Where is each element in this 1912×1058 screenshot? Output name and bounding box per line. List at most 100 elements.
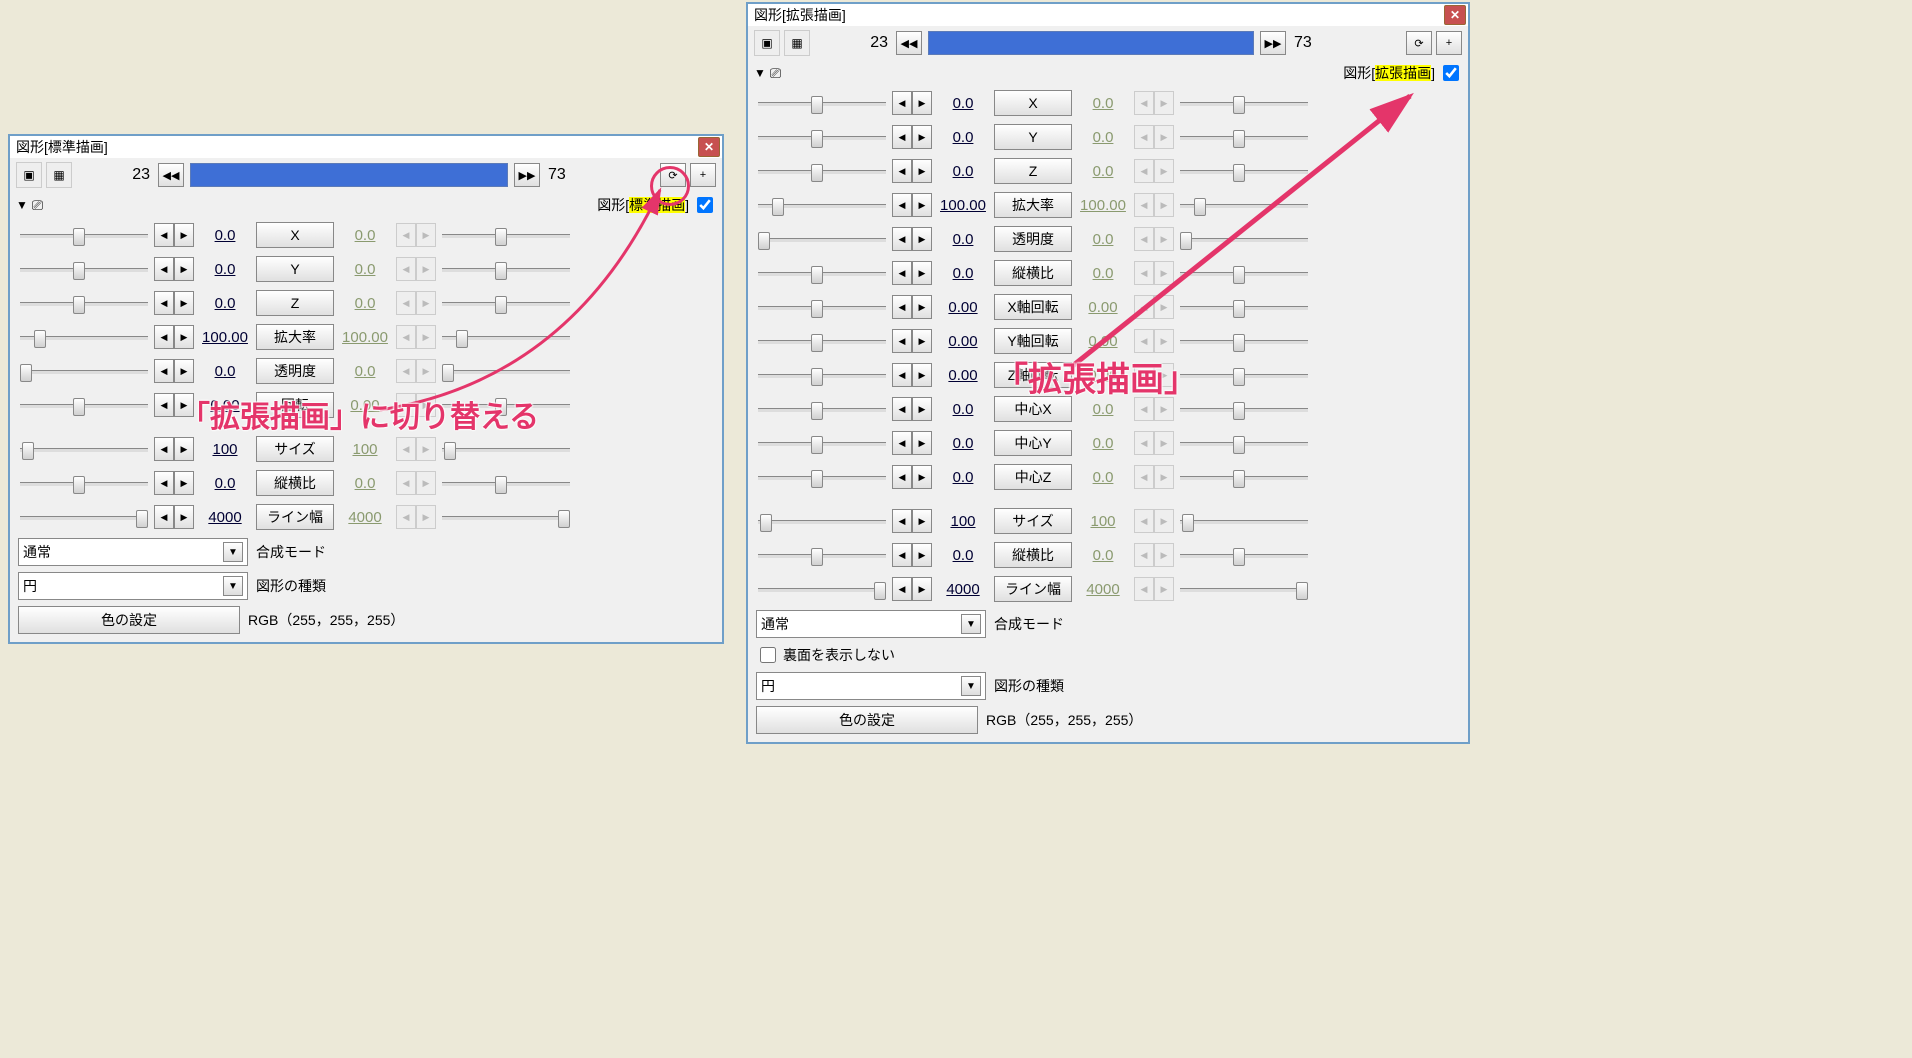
- param-name-button[interactable]: Y: [994, 124, 1072, 150]
- step-buttons[interactable]: ◀▶: [154, 291, 194, 315]
- param-name-button[interactable]: 縦横比: [256, 470, 334, 496]
- step-buttons[interactable]: ◀▶: [1134, 125, 1174, 149]
- param-value-right[interactable]: 4000: [336, 509, 394, 526]
- param-value-right[interactable]: 0.0: [1074, 231, 1132, 248]
- slider[interactable]: [758, 511, 886, 531]
- param-value-left[interactable]: 0.0: [934, 435, 992, 452]
- slider[interactable]: [1180, 297, 1308, 317]
- step-right-icon[interactable]: ▶: [912, 397, 932, 421]
- slider[interactable]: [442, 293, 570, 313]
- param-name-button[interactable]: 拡大率: [256, 324, 334, 350]
- slider[interactable]: [20, 473, 148, 493]
- step-right-icon[interactable]: ▶: [912, 261, 932, 285]
- step-left-icon[interactable]: ◀: [154, 359, 174, 383]
- param-value-right[interactable]: 0.0: [336, 475, 394, 492]
- param-name-button[interactable]: サイズ: [994, 508, 1072, 534]
- step-left-icon[interactable]: ◀: [892, 543, 912, 567]
- step-right-icon[interactable]: ▶: [174, 223, 194, 247]
- param-name-button[interactable]: X: [994, 90, 1072, 116]
- param-value-right[interactable]: 0.0: [1074, 401, 1132, 418]
- step-left-icon[interactable]: ◀: [892, 363, 912, 387]
- slider[interactable]: [758, 579, 886, 599]
- slider[interactable]: [758, 161, 886, 181]
- step-right-icon[interactable]: ▶: [912, 543, 932, 567]
- slider[interactable]: [758, 127, 886, 147]
- param-name-button[interactable]: 中心Y: [994, 430, 1072, 456]
- param-name-button[interactable]: 中心X: [994, 396, 1072, 422]
- blend-mode-select[interactable]: 通常▼: [756, 610, 986, 638]
- slider[interactable]: [442, 473, 570, 493]
- step-buttons[interactable]: ◀▶: [892, 577, 932, 601]
- slider[interactable]: [442, 327, 570, 347]
- param-value-left[interactable]: 100.00: [196, 329, 254, 346]
- slider[interactable]: [1180, 579, 1308, 599]
- param-name-button[interactable]: 中心Z: [994, 464, 1072, 490]
- step-buttons[interactable]: ◀▶: [1134, 363, 1174, 387]
- param-value-right[interactable]: 0.0: [1074, 265, 1132, 282]
- rewind-icon[interactable]: ◀◀: [158, 163, 184, 187]
- step-right-icon[interactable]: ▶: [174, 471, 194, 495]
- param-value-right[interactable]: 0.00: [1074, 333, 1132, 350]
- slider[interactable]: [20, 361, 148, 381]
- param-value-left[interactable]: 100.00: [934, 197, 992, 214]
- step-buttons[interactable]: ◀▶: [1134, 543, 1174, 567]
- param-value-left[interactable]: 100: [196, 441, 254, 458]
- slider[interactable]: [1180, 433, 1308, 453]
- step-buttons[interactable]: ◀▶: [154, 505, 194, 529]
- slider[interactable]: [20, 327, 148, 347]
- step-left-icon[interactable]: ◀: [892, 509, 912, 533]
- step-buttons[interactable]: ◀▶: [1134, 465, 1174, 489]
- step-buttons[interactable]: ◀▶: [892, 193, 932, 217]
- slider[interactable]: [1180, 331, 1308, 351]
- plus-icon[interactable]: +: [690, 163, 716, 187]
- step-left-icon[interactable]: ◀: [154, 325, 174, 349]
- step-left-icon[interactable]: ◀: [892, 91, 912, 115]
- param-name-button[interactable]: 縦横比: [994, 542, 1072, 568]
- step-right-icon[interactable]: ▶: [174, 437, 194, 461]
- step-right-icon[interactable]: ▶: [912, 295, 932, 319]
- step-buttons[interactable]: ◀▶: [1134, 193, 1174, 217]
- param-value-right[interactable]: 100: [336, 441, 394, 458]
- slider[interactable]: [758, 467, 886, 487]
- param-value-right[interactable]: 0.0: [1074, 95, 1132, 112]
- slider[interactable]: [20, 439, 148, 459]
- step-buttons[interactable]: ◀▶: [396, 359, 436, 383]
- blend-mode-select[interactable]: 通常▼: [18, 538, 248, 566]
- param-value-left[interactable]: 0.0: [934, 547, 992, 564]
- param-name-button[interactable]: X軸回転: [994, 294, 1072, 320]
- timeline[interactable]: [928, 31, 1254, 55]
- param-value-right[interactable]: 0.0: [336, 363, 394, 380]
- step-buttons[interactable]: ◀▶: [1134, 329, 1174, 353]
- slider[interactable]: [1180, 229, 1308, 249]
- titlebar[interactable]: 図形[標準描画] ✕: [10, 136, 722, 158]
- step-buttons[interactable]: ◀▶: [396, 325, 436, 349]
- step-left-icon[interactable]: ◀: [892, 193, 912, 217]
- step-left-icon[interactable]: ◀: [892, 227, 912, 251]
- param-value-left[interactable]: 0.0: [934, 231, 992, 248]
- param-name-button[interactable]: Y: [256, 256, 334, 282]
- step-buttons[interactable]: ◀▶: [396, 291, 436, 315]
- slider[interactable]: [758, 365, 886, 385]
- step-right-icon[interactable]: ▶: [912, 509, 932, 533]
- param-value-right[interactable]: 0.0: [336, 261, 394, 278]
- step-right-icon[interactable]: ▶: [912, 159, 932, 183]
- step-right-icon[interactable]: ▶: [912, 431, 932, 455]
- step-right-icon[interactable]: ▶: [912, 193, 932, 217]
- step-right-icon[interactable]: ▶: [174, 291, 194, 315]
- step-buttons[interactable]: ◀▶: [396, 393, 436, 417]
- timeline[interactable]: [190, 163, 508, 187]
- slider[interactable]: [1180, 545, 1308, 565]
- step-right-icon[interactable]: ▶: [912, 329, 932, 353]
- step-left-icon[interactable]: ◀: [892, 261, 912, 285]
- param-name-button[interactable]: Y軸回転: [994, 328, 1072, 354]
- step-right-icon[interactable]: ▶: [912, 91, 932, 115]
- slider[interactable]: [758, 229, 886, 249]
- plus-icon[interactable]: +: [1436, 31, 1462, 55]
- step-left-icon[interactable]: ◀: [892, 397, 912, 421]
- refresh-icon[interactable]: ⟳: [1406, 31, 1432, 55]
- step-buttons[interactable]: ◀▶: [892, 125, 932, 149]
- refresh-icon[interactable]: ⟳: [660, 163, 686, 187]
- param-value-left[interactable]: 0.0: [934, 95, 992, 112]
- step-buttons[interactable]: ◀▶: [154, 471, 194, 495]
- step-right-icon[interactable]: ▶: [174, 505, 194, 529]
